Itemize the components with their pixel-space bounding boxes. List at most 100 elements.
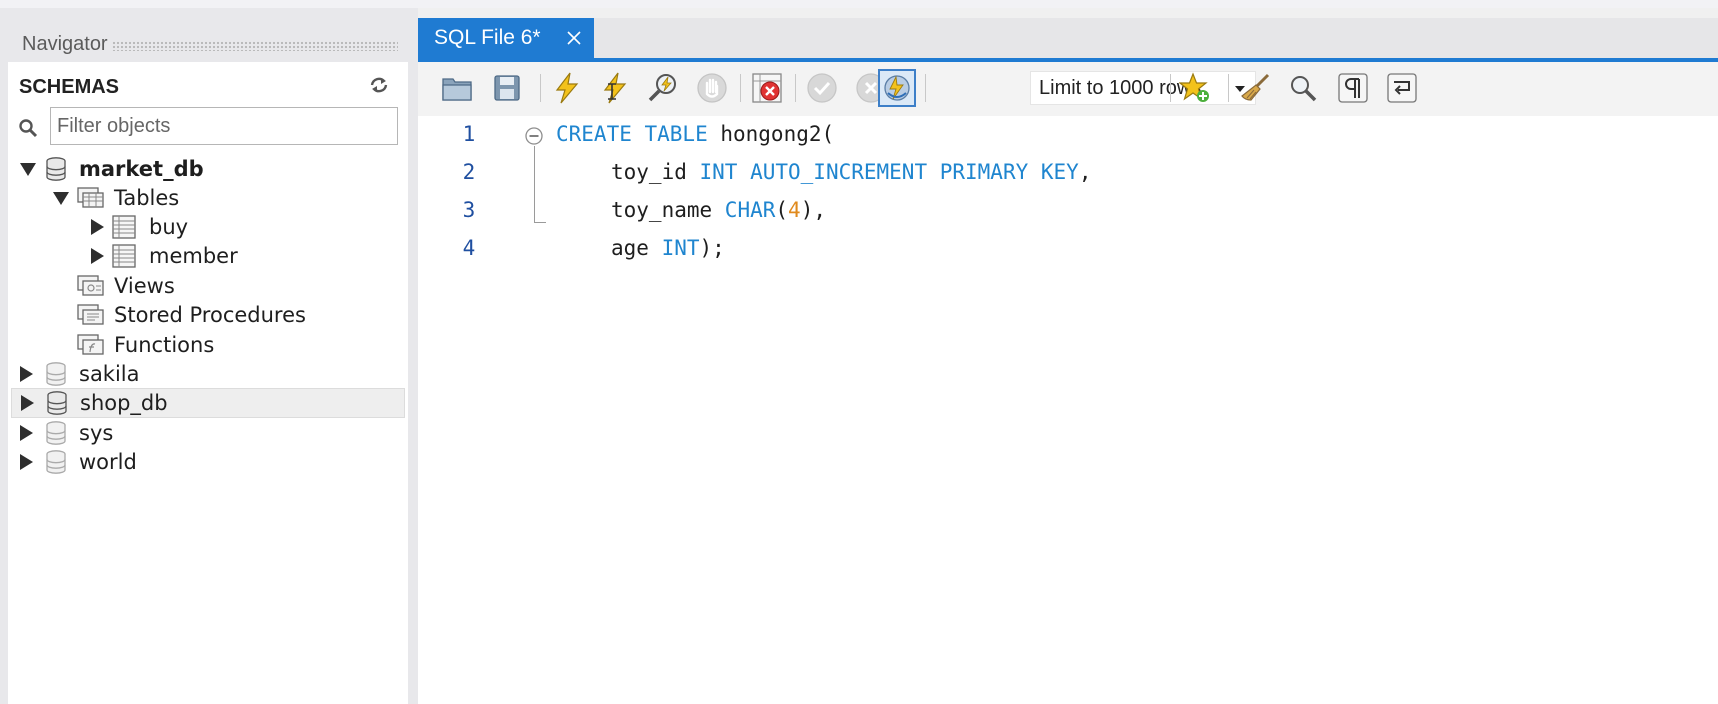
database-icon xyxy=(46,157,66,181)
tab-label: SQL File 6* xyxy=(434,26,541,49)
stop-button[interactable] xyxy=(695,71,729,105)
schema-label: market_db xyxy=(79,157,204,181)
tab-sql-file-6[interactable]: SQL File 6* xyxy=(418,18,594,58)
schema-label: sys xyxy=(79,421,114,445)
tree-item-tables[interactable]: Tables xyxy=(8,183,408,213)
lightning-icon xyxy=(555,72,579,104)
database-icon xyxy=(46,421,66,445)
line-number: 3 xyxy=(462,198,476,222)
tree-item-functions[interactable]: Functions xyxy=(8,330,408,360)
tree-item-stored-procedures[interactable]: Stored Procedures xyxy=(8,300,408,330)
schema-world[interactable]: world xyxy=(8,447,408,477)
schemas-label: SCHEMAS xyxy=(19,76,120,98)
navigator-title: Navigator xyxy=(22,32,108,55)
close-icon[interactable] xyxy=(566,30,582,46)
navigator-panel: Navigator SCHEMAS market_db xyxy=(0,8,418,704)
navigator-header: Navigator xyxy=(22,30,398,58)
stop-hand-icon xyxy=(697,73,727,103)
commit-button[interactable] xyxy=(805,71,839,105)
save-icon xyxy=(494,75,520,101)
toggle-invisibles-button[interactable] xyxy=(1336,71,1370,105)
tree-item-label: Views xyxy=(114,274,175,298)
schema-sakila[interactable]: sakila xyxy=(8,359,408,389)
line-number: 1 xyxy=(462,122,476,146)
schema-label: world xyxy=(79,450,137,474)
folder-tables-icon xyxy=(77,187,104,208)
editor-tab-bar: SQL File 6* xyxy=(418,18,1718,62)
execute-button[interactable] xyxy=(550,71,584,105)
find-button[interactable] xyxy=(1286,71,1320,105)
tree-item-label: Functions xyxy=(114,333,215,357)
database-icon xyxy=(46,362,66,386)
tree-item-label: member xyxy=(149,244,238,268)
broom-icon xyxy=(1241,73,1270,101)
folder-procedures-icon xyxy=(77,304,104,325)
fold-guide xyxy=(534,146,535,222)
expand-arrow-icon[interactable] xyxy=(91,248,104,264)
code-line[interactable]: 3 toy_name CHAR(4), xyxy=(418,192,1718,230)
toolbar-separator xyxy=(1228,74,1229,102)
editor-toolbar: Limit to 1000 rows xyxy=(418,62,1718,116)
fold-guide-end xyxy=(534,222,546,223)
star-add-icon xyxy=(1179,72,1209,102)
code-text: age INT); xyxy=(611,236,725,260)
schemas-panel: SCHEMAS market_db xyxy=(8,62,408,704)
check-icon xyxy=(807,73,837,103)
database-icon xyxy=(47,391,67,415)
code-line[interactable]: 2 toy_id INT AUTO_INCREMENT PRIMARY KEY, xyxy=(418,154,1718,192)
word-wrap-button[interactable] xyxy=(1385,71,1419,105)
pilcrow-icon xyxy=(1338,73,1368,103)
toolbar-separator xyxy=(540,74,541,102)
open-file-button[interactable] xyxy=(440,71,474,105)
window-top-strip xyxy=(0,0,1718,8)
table-icon xyxy=(112,244,136,268)
expand-arrow-icon[interactable] xyxy=(20,454,33,470)
code-line[interactable]: 4 age INT); xyxy=(418,230,1718,268)
limit-rows-select[interactable]: Limit to 1000 rows xyxy=(1030,71,1256,105)
expand-arrow-icon[interactable] xyxy=(21,395,34,411)
table-icon xyxy=(112,215,136,239)
collapse-arrow-icon[interactable] xyxy=(20,163,36,176)
folder-open-icon xyxy=(442,78,472,101)
line-number: 2 xyxy=(462,160,476,184)
toolbar-separator xyxy=(795,74,796,102)
schema-market-db[interactable]: market_db xyxy=(8,154,408,184)
beautify-button[interactable] xyxy=(1238,71,1272,105)
line-number: 4 xyxy=(462,236,476,260)
code-editor[interactable]: 1 CREATE TABLE hongong2( 2 toy_id INT AU… xyxy=(418,116,1718,704)
expand-arrow-icon[interactable] xyxy=(20,366,33,382)
add-snippet-button[interactable] xyxy=(1178,71,1212,105)
save-button[interactable] xyxy=(490,71,524,105)
filter-objects-input[interactable] xyxy=(50,107,398,145)
expand-arrow-icon[interactable] xyxy=(20,425,33,441)
schema-shop-db[interactable]: shop_db xyxy=(11,388,405,418)
search-icon xyxy=(19,119,38,138)
code-line[interactable]: 1 CREATE TABLE hongong2( xyxy=(418,116,1718,154)
toolbar-separator xyxy=(925,74,926,102)
panel-grip[interactable] xyxy=(111,40,398,51)
limit-rows-value: Limit to 1000 rows xyxy=(1039,76,1202,99)
refresh-icon[interactable] xyxy=(368,76,390,94)
toolbar-separator xyxy=(740,74,741,102)
expand-arrow-icon[interactable] xyxy=(91,219,104,235)
collapse-arrow-icon[interactable] xyxy=(53,192,69,205)
error-stop-icon xyxy=(752,73,782,103)
database-icon xyxy=(46,450,66,474)
execute-current-button[interactable] xyxy=(599,71,633,105)
fold-toggle-icon[interactable] xyxy=(524,126,544,146)
magnifier-lightning-icon xyxy=(648,74,676,102)
table-buy[interactable]: buy xyxy=(8,212,408,242)
table-member[interactable]: member xyxy=(8,241,408,271)
tree-item-label: buy xyxy=(149,215,189,239)
lightning-cursor-icon xyxy=(603,72,627,104)
schema-sys[interactable]: sys xyxy=(8,418,408,448)
explain-button[interactable] xyxy=(647,71,681,105)
folder-views-icon xyxy=(77,275,104,296)
schema-label: sakila xyxy=(79,362,140,386)
autocommit-icon xyxy=(884,75,910,101)
code-text: toy_id INT AUTO_INCREMENT PRIMARY KEY, xyxy=(611,160,1092,184)
autocommit-toggle-button[interactable] xyxy=(878,69,916,107)
code-text: toy_name CHAR(4), xyxy=(611,198,826,222)
toggle-error-stop-button[interactable] xyxy=(750,71,784,105)
tree-item-views[interactable]: Views xyxy=(8,271,408,301)
